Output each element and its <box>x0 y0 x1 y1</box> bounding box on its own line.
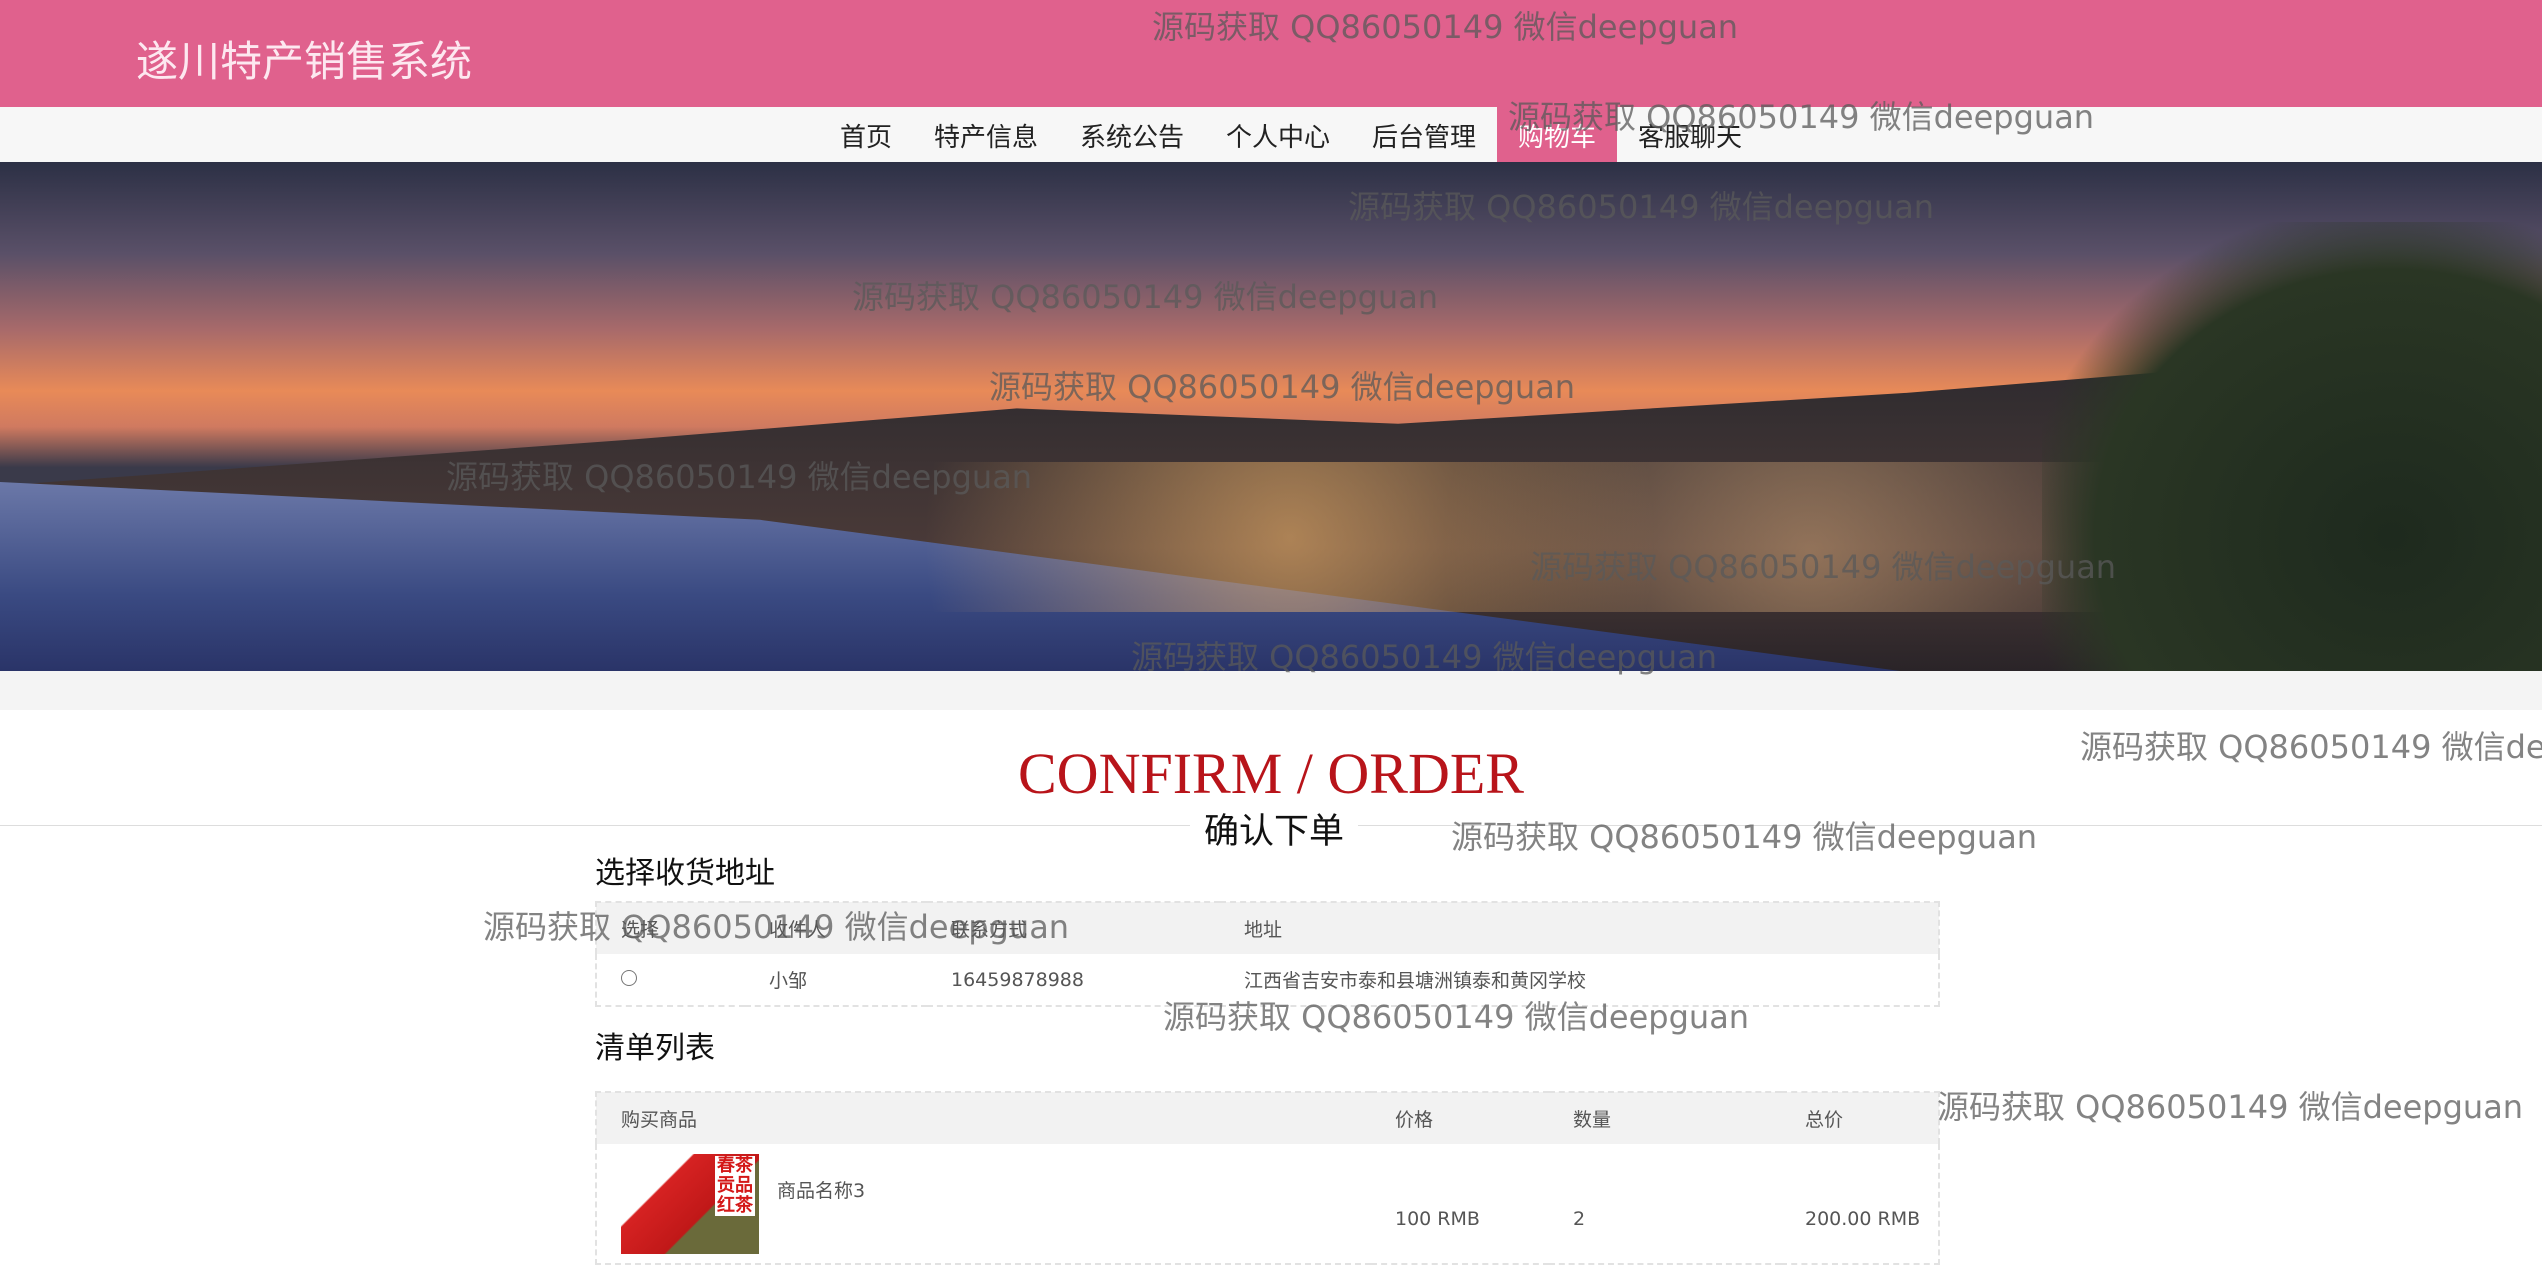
order-section-title: 清单列表 <box>595 1031 715 1066</box>
divider-strip <box>0 671 2542 710</box>
col-select: 选择 <box>596 902 745 954</box>
product-total: 200.00 RMB <box>1805 1208 1921 1230</box>
col-qty: 数量 <box>1549 1092 1781 1144</box>
nav-home[interactable]: 首页 <box>819 107 913 162</box>
nav-profile[interactable]: 个人中心 <box>1205 107 1351 162</box>
site-title: 遂川特产销售系统 <box>136 37 473 86</box>
nav-bar: 首页 特产信息 系统公告 个人中心 后台管理 购物车 客服聊天 <box>0 107 2542 162</box>
nav-chat[interactable]: 客服聊天 <box>1617 107 1763 162</box>
recipient-address: 江西省吉安市泰和县塘洲镇泰和黄冈学校 <box>1244 970 1587 992</box>
recipient-phone: 16459878988 <box>951 968 1084 991</box>
col-recipient: 收件人 <box>745 902 927 954</box>
col-total: 总价 <box>1781 1092 1939 1144</box>
order-table: 购买商品 价格 数量 总价 春茶贡品红茶 商品名称3 100 RMB 2 200… <box>595 1091 1940 1265</box>
product-image[interactable]: 春茶贡品红茶 <box>621 1154 759 1254</box>
product-price: 100 RMB <box>1395 1208 1480 1230</box>
page-title: CONFIRM / ORDER <box>1018 741 1524 806</box>
recipient-name: 小邹 <box>769 970 808 992</box>
col-phone: 联系方式 <box>927 902 1220 954</box>
header: 遂川特产销售系统 <box>0 0 2542 107</box>
address-radio[interactable] <box>621 969 637 986</box>
banner-lights <box>900 462 2200 612</box>
nav-products[interactable]: 特产信息 <box>913 107 1059 162</box>
address-table: 选择 收件人 联系方式 地址 小邹 16459878988 江西省吉安市泰和县塘… <box>595 901 1940 1007</box>
page-subtitle: 确认下单 <box>1190 803 1359 854</box>
product-name[interactable]: 商品名称3 <box>777 1176 865 1203</box>
address-section-title: 选择收货地址 <box>595 856 775 891</box>
watermark: 源码获取 QQ86050149 微信deepguan <box>1937 1088 2524 1126</box>
banner-trees <box>2042 222 2542 671</box>
product-qty: 2 <box>1573 1208 1586 1230</box>
col-price: 价格 <box>1371 1092 1549 1144</box>
nav-cart[interactable]: 购物车 <box>1497 107 1618 162</box>
nav-announcements[interactable]: 系统公告 <box>1059 107 1205 162</box>
table-row: 小邹 16459878988 江西省吉安市泰和县塘洲镇泰和黄冈学校 <box>596 954 1939 1006</box>
nav-admin[interactable]: 后台管理 <box>1351 107 1497 162</box>
address-header-row: 选择 收件人 联系方式 地址 <box>596 902 1939 954</box>
banner-image <box>0 162 2542 671</box>
order-header-row: 购买商品 价格 数量 总价 <box>596 1092 1939 1144</box>
col-address: 地址 <box>1220 902 1939 954</box>
col-product: 购买商品 <box>596 1092 1371 1144</box>
table-row: 春茶贡品红茶 商品名称3 100 RMB 2 200.00 RMB <box>596 1144 1939 1264</box>
watermark: 源码获取 QQ86050149 微信deepguan <box>1451 818 2038 856</box>
